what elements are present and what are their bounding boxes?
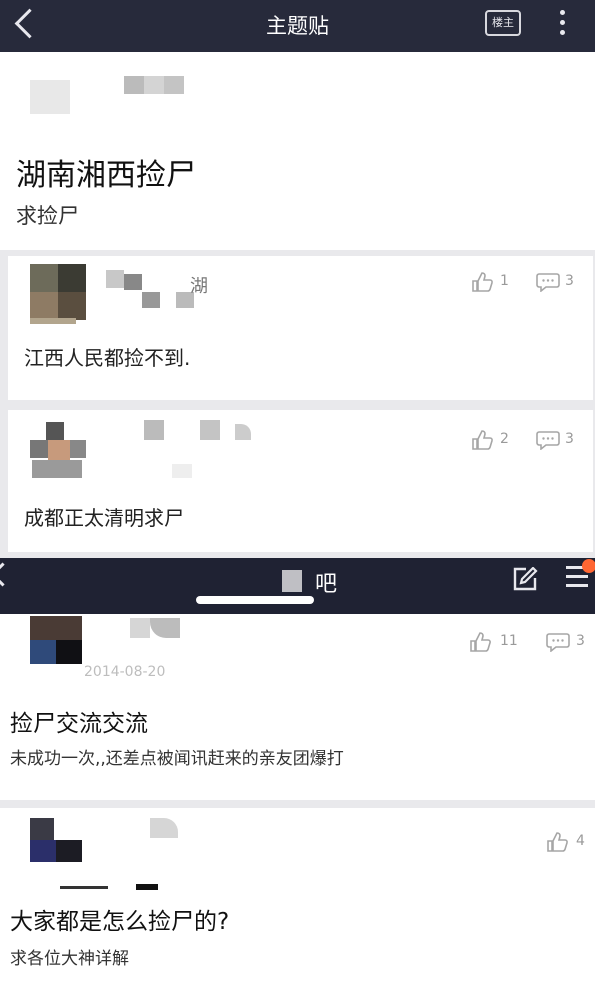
thread-title: 大家都是怎么捡尸的? [10,909,230,935]
blurred-avatar [30,422,86,478]
thread-excerpt: 求各位大神详解 [10,949,129,969]
reply-text: 江西人民都捡不到. [24,346,191,370]
thumbs-up-icon[interactable] [472,430,494,450]
blurred-username [140,420,260,480]
like-count: 1 [500,273,509,289]
blurred-avatar [30,616,82,664]
comment-bubble-icon[interactable] [546,632,570,652]
comment-bubble-icon[interactable] [536,430,560,450]
post-date: 2014-08-20 [84,664,166,680]
comment-count: 3 [565,431,574,447]
thread-title: 捡尸交流交流 [10,711,148,737]
edit-icon[interactable] [512,567,538,591]
forum-title: 吧 [315,572,338,597]
username-fragment: 湖 [190,276,208,297]
blurred-avatar [30,818,82,864]
thread-excerpt: 未成功一次,,还差点被闻讯赶来的亲友团爆打 [10,749,344,769]
more-dots-icon[interactable] [560,10,566,40]
thumbs-up-icon[interactable] [472,272,494,292]
blurred-avatar [30,264,86,324]
like-count: 11 [500,633,518,649]
thumbs-up-icon[interactable] [547,832,569,852]
like-count: 4 [576,833,585,849]
comment-bubble-icon[interactable] [536,272,560,292]
post-title: 湖南湘西捡尸 [16,158,196,193]
reply-text: 成都正太清明求尸 [24,506,184,530]
notification-badge [582,559,595,573]
comment-count: 3 [565,273,574,289]
blurred-username [130,618,184,640]
like-count: 2 [500,431,509,447]
blurred-forum-name [196,566,314,606]
blurred-date [60,884,160,892]
blurred-username [124,76,188,96]
blurred-avatar [30,80,70,114]
comment-count: 3 [576,633,585,649]
owner-only-button[interactable]: 楼主 [485,10,521,36]
post-body: 求捡尸 [16,204,79,228]
thumbs-up-icon[interactable] [470,632,492,652]
blurred-username [150,818,180,840]
